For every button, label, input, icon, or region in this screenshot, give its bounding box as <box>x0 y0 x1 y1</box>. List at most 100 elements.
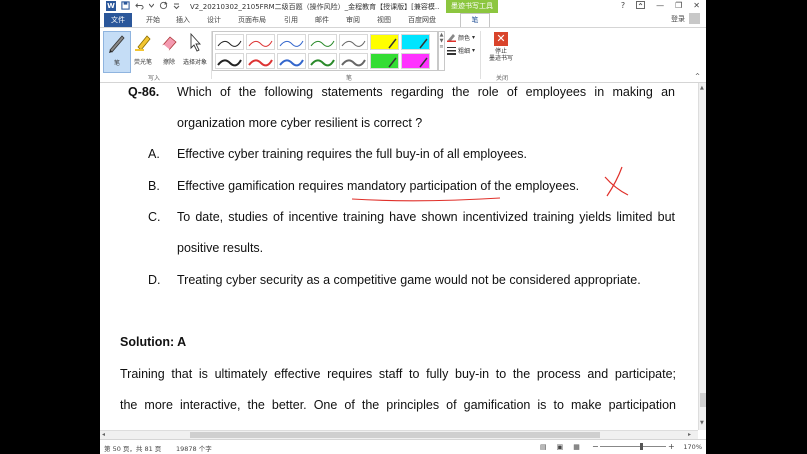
close-icon: ✕ <box>494 32 508 46</box>
scroll-down-icon[interactable]: ▼ <box>700 420 704 426</box>
customize-toolbar-icon[interactable] <box>173 1 180 12</box>
ink-annotations <box>351 166 629 202</box>
highlighter-style-magenta[interactable] <box>401 53 430 69</box>
pen-style-gray-thin[interactable] <box>339 34 368 50</box>
horizontal-scrollbar[interactable]: ◂ ▸ <box>100 430 698 439</box>
pen-style-blue-thin[interactable] <box>277 34 306 50</box>
highlighter-style-green[interactable] <box>370 53 399 69</box>
page-indicator[interactable]: 第 50 页，共 81 页 <box>104 443 161 453</box>
select-objects-label: 选择对象 <box>182 59 207 66</box>
scroll-up-icon[interactable]: ▲ <box>700 85 704 91</box>
pen-weight-button[interactable]: 粗细 ▾ <box>447 46 475 55</box>
select-objects-button[interactable]: 选择对象 <box>179 31 211 66</box>
login-link[interactable]: 登录 <box>671 14 685 24</box>
chevron-down-icon: ▾ <box>472 47 476 54</box>
status-bar: 第 50 页，共 81 页 19878 个字 ▤ ▣ ▦ − + 170% <box>100 439 706 454</box>
tab-mailings[interactable]: 邮件 <box>315 15 329 25</box>
highlighter-button[interactable]: 荧光笔 <box>129 31 157 66</box>
pen-style-blue-thick[interactable] <box>277 53 306 69</box>
save-icon[interactable] <box>121 1 130 12</box>
pen-weight-label: 粗细 <box>458 48 471 55</box>
word-app-icon: W <box>106 1 116 11</box>
tab-page-layout[interactable]: 页面布局 <box>238 15 266 25</box>
highlighter-style-cyan[interactable] <box>401 34 430 50</box>
highlighter-label: 荧光笔 <box>133 59 152 66</box>
cursor-arrow-icon <box>190 32 202 52</box>
quick-access-toolbar: W <box>106 1 180 12</box>
pen-style-green-thin[interactable] <box>308 34 337 50</box>
web-layout-icon[interactable]: ▦ <box>573 443 580 451</box>
pen-style-red-thick[interactable] <box>246 53 275 69</box>
zoom-in-icon[interactable]: + <box>668 442 675 451</box>
help-button[interactable]: ? <box>621 1 625 11</box>
ink-underline <box>351 197 501 202</box>
window-controls: ? — ❐ ✕ <box>621 1 700 11</box>
title-bar: W V2_20210302_2105FRM二级百题（操作风险）_金程教育【授课版… <box>100 0 706 13</box>
tab-view[interactable]: 视图 <box>377 15 391 25</box>
pen-color-button[interactable]: 颜色 ▾ <box>447 33 475 42</box>
group-separator <box>480 31 481 79</box>
chevron-down-icon: ▾ <box>472 34 476 41</box>
zoom-slider-handle[interactable] <box>640 443 643 450</box>
pen-color-label: 颜色 <box>458 35 471 42</box>
redo-icon[interactable] <box>159 1 168 12</box>
collapse-ribbon-icon[interactable]: ^ <box>695 73 700 80</box>
vertical-scrollbar[interactable]: ▲ ▼ <box>698 83 706 430</box>
ribbon-display-button[interactable] <box>636 1 646 11</box>
gallery-more-icon[interactable]: ≡ <box>439 44 444 50</box>
ink-tools-context-title: 墨迹书写工具 <box>446 0 498 13</box>
print-layout-icon[interactable]: ▣ <box>557 443 564 451</box>
tab-design[interactable]: 设计 <box>207 15 221 25</box>
ink-cross-mark <box>604 166 629 197</box>
highlighter-icon <box>135 35 151 51</box>
login-area[interactable]: 登录 <box>671 13 700 24</box>
stop-inking-button[interactable]: ✕ 停止 墨迹书写 <box>486 32 516 62</box>
pen-style-black-thick[interactable] <box>215 53 244 69</box>
tab-insert[interactable]: 插入 <box>176 15 190 25</box>
pen-label: 笔 <box>113 60 120 67</box>
minimize-button[interactable]: — <box>656 1 664 11</box>
pen-weight-icon <box>447 47 456 55</box>
pen-style-gray-thick[interactable] <box>339 53 368 69</box>
scroll-right-icon[interactable]: ▸ <box>688 431 691 438</box>
avatar[interactable] <box>689 13 700 24</box>
scroll-thumb[interactable] <box>190 432 600 438</box>
eraser-icon <box>162 36 177 51</box>
pen-styles-gallery <box>212 31 438 71</box>
tab-file[interactable]: 文件 <box>104 13 132 27</box>
close-group-label: 关闭 <box>496 75 509 82</box>
scroll-left-icon[interactable]: ◂ <box>102 431 105 438</box>
tab-review[interactable]: 审阅 <box>346 15 360 25</box>
pen-style-red-thin[interactable] <box>246 34 275 50</box>
stop-inking-label-1: 停止 <box>494 48 507 55</box>
tab-pen[interactable]: 笔 <box>460 13 490 27</box>
scroll-thumb[interactable] <box>700 393 706 407</box>
pen-color-icon <box>447 34 456 42</box>
tab-home[interactable]: 开始 <box>146 15 160 25</box>
chevron-down-icon[interactable] <box>148 1 155 12</box>
ribbon: 笔 荧光笔 擦除 选择对象 写入 ▲ ▼ ≡ 颜色 ▾ 粗细 ▾ 笔 ✕ 停止 … <box>100 27 706 83</box>
zoom-level[interactable]: 170% <box>683 443 702 451</box>
ribbon-tabs: 文件 开始 插入 设计 页面布局 引用 邮件 审阅 视图 百度网盘 笔 登录 <box>100 13 706 27</box>
view-buttons: ▤ ▣ ▦ <box>540 443 580 451</box>
write-group-label: 写入 <box>148 75 161 82</box>
highlighter-style-yellow[interactable] <box>370 34 399 50</box>
document-title: V2_20210302_2105FRM二级百题（操作风险）_金程教育【授课版】[… <box>190 3 440 11</box>
pen-button[interactable]: 笔 <box>103 31 131 73</box>
word-window: W V2_20210302_2105FRM二级百题（操作风险）_金程教育【授课版… <box>100 0 706 454</box>
stop-inking-label-2: 墨迹书写 <box>488 55 513 62</box>
undo-icon[interactable] <box>135 1 144 12</box>
tab-baidu-netdisk[interactable]: 百度网盘 <box>408 15 436 25</box>
zoom-slider[interactable] <box>600 446 666 447</box>
gallery-scroll[interactable]: ▲ ▼ ≡ <box>438 31 445 71</box>
pen-style-black-thin[interactable] <box>215 34 244 50</box>
pen-icon <box>109 35 125 53</box>
tab-references[interactable]: 引用 <box>284 15 298 25</box>
zoom-out-icon[interactable]: − <box>592 442 599 451</box>
pen-style-green-thick[interactable] <box>308 53 337 69</box>
close-button[interactable]: ✕ <box>693 1 700 11</box>
read-mode-icon[interactable]: ▤ <box>540 443 547 451</box>
restore-button[interactable]: ❐ <box>675 1 682 11</box>
document-page[interactable]: Q-86. Which of the following statements … <box>100 83 698 430</box>
word-count[interactable]: 19878 个字 <box>176 443 212 453</box>
